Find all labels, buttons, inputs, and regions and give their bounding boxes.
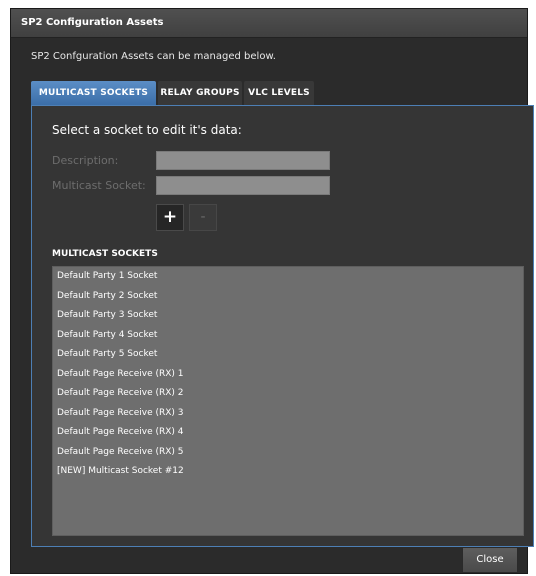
sockets-list[interactable]: Default Party 1 Socket Default Party 2 S… <box>52 266 524 536</box>
tab-vlc-levels[interactable]: VLC LEVELS <box>244 81 314 105</box>
editor-heading: Select a socket to edit it's data: <box>52 123 242 137</box>
list-item[interactable]: Default Party 4 Socket <box>53 326 523 346</box>
multicast-sockets-panel: Select a socket to edit it's data: Descr… <box>31 105 534 547</box>
list-item[interactable]: Default Party 5 Socket <box>53 345 523 365</box>
description-label: Description: <box>52 154 119 167</box>
list-item[interactable]: Default Page Receive (RX) 5 <box>53 443 523 463</box>
description-field[interactable] <box>156 151 330 170</box>
intro-text: SP2 Confguration Assets can be managed b… <box>31 51 276 62</box>
sp2-config-dialog: SP2 Configuration Assets SP2 Confguratio… <box>10 8 534 574</box>
tab-multicast-sockets[interactable]: MULTICAST SOCKETS <box>31 81 156 105</box>
list-item[interactable]: Default Page Receive (RX) 3 <box>53 404 523 424</box>
multicast-socket-field[interactable] <box>156 176 330 195</box>
list-item[interactable]: Default Party 1 Socket <box>53 267 523 287</box>
list-item[interactable]: Default Page Receive (RX) 4 <box>53 423 523 443</box>
tab-relay-groups[interactable]: RELAY GROUPS <box>158 81 242 105</box>
list-item[interactable]: Default Party 2 Socket <box>53 287 523 307</box>
close-button[interactable]: Close <box>462 547 518 573</box>
remove-socket-button[interactable]: - <box>189 204 217 231</box>
multicast-socket-label: Multicast Socket: <box>52 179 146 192</box>
list-item[interactable]: Default Page Receive (RX) 1 <box>53 365 523 385</box>
sockets-list-header: MULTICAST SOCKETS <box>52 249 158 259</box>
title-bar[interactable]: SP2 Configuration Assets <box>11 9 527 38</box>
list-item[interactable]: [NEW] Multicast Socket #12 <box>53 462 523 482</box>
list-item[interactable]: Default Party 3 Socket <box>53 306 523 326</box>
dialog-title: SP2 Configuration Assets <box>21 17 164 28</box>
add-socket-button[interactable]: + <box>156 204 184 231</box>
list-item[interactable]: Default Page Receive (RX) 2 <box>53 384 523 404</box>
